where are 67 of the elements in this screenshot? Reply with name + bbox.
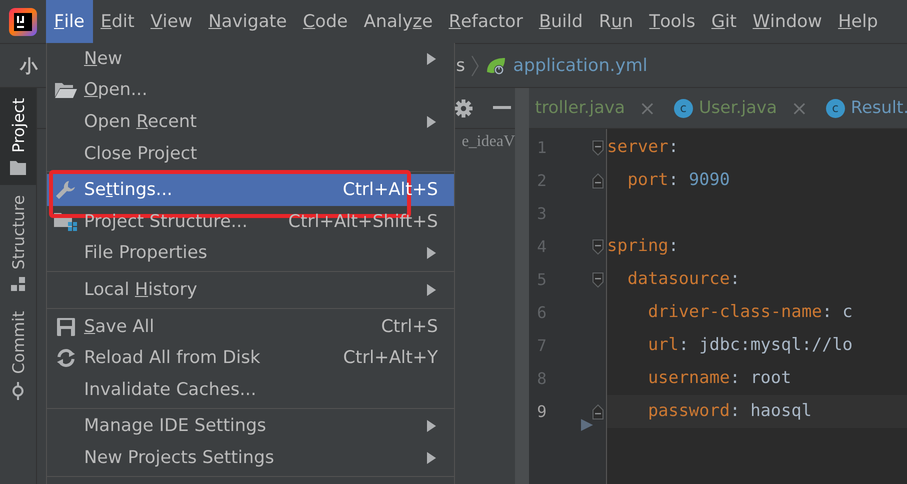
menu-bar-item[interactable]: Edit xyxy=(92,0,142,43)
breadcrumb-item[interactable]: s xyxy=(456,56,466,76)
menu-item[interactable]: Manage IDE Settings xyxy=(47,410,454,442)
minimize-icon[interactable] xyxy=(493,106,511,110)
fold-icon[interactable] xyxy=(592,238,604,254)
folder-icon xyxy=(10,160,26,175)
tool-window-tab[interactable]: Project xyxy=(0,88,36,185)
menu-bar-item[interactable]: Git xyxy=(703,0,745,43)
menu-item[interactable]: Local History xyxy=(47,274,454,306)
menu-bar-item[interactable]: Code xyxy=(294,0,356,43)
code-line: driver-class-name: c xyxy=(646,302,853,322)
commit-icon xyxy=(11,382,25,400)
leaf-icon xyxy=(485,56,508,76)
app-logo-icon[interactable] xyxy=(9,8,37,36)
code-line: server: xyxy=(607,137,679,157)
fold-icon[interactable] xyxy=(592,272,604,288)
wrench-icon xyxy=(54,179,76,202)
settings-icon[interactable] xyxy=(454,98,473,118)
fold-end-icon[interactable] xyxy=(592,172,604,188)
menu-bar-item[interactable]: View xyxy=(142,0,200,43)
chevron-icon xyxy=(471,54,480,76)
menu-bar-item[interactable]: Build xyxy=(530,0,591,43)
menu-bar-item[interactable]: Run xyxy=(590,0,642,43)
menu-item[interactable]: Invalidate Caches... xyxy=(47,374,454,406)
save-icon xyxy=(56,318,74,336)
code-line: password: haosql xyxy=(646,401,812,421)
code-line: datasource: xyxy=(626,269,740,289)
menu-bar-item[interactable]: Navigate xyxy=(200,0,295,43)
menu-item[interactable]: New Projects Settings xyxy=(47,442,454,474)
menu-bar-item[interactable]: Analyze xyxy=(356,0,441,43)
editor-tab[interactable]: c User.java × xyxy=(668,96,820,120)
menu-item[interactable]: Open... xyxy=(47,74,454,106)
line-number: 9 xyxy=(536,401,548,423)
project-structure-icon xyxy=(54,212,78,231)
menu-bar-item[interactable]: Tools xyxy=(641,0,704,43)
menu-item[interactable]: File Properties xyxy=(47,238,454,270)
menu-bar-item[interactable]: Help xyxy=(830,0,886,43)
project-name[interactable]: 小 xyxy=(20,54,38,78)
code-line: port: 9090 xyxy=(626,170,730,190)
fold-icon[interactable] xyxy=(592,140,604,156)
code-line: url: jdbc:mysql://lo xyxy=(646,335,853,355)
menu-bar-item[interactable]: Window xyxy=(744,0,830,43)
tab-title: troller.java xyxy=(535,98,626,118)
editor-tab[interactable]: c Result. xyxy=(820,98,907,118)
fold-end-icon[interactable] xyxy=(592,404,604,420)
triangle-marker-icon xyxy=(581,419,593,431)
menu-bar-item[interactable]: File xyxy=(46,0,93,43)
tab-title: User.java xyxy=(698,98,778,118)
menu-item[interactable]: Close Project xyxy=(47,138,454,170)
class-icon: c xyxy=(826,98,845,118)
menu-item[interactable]: New xyxy=(47,43,454,75)
code-line: spring: xyxy=(607,236,679,256)
tree-item[interactable]: e_ideaV xyxy=(462,133,515,151)
tool-window-tab[interactable]: Structure xyxy=(0,184,36,302)
code-line: username: root xyxy=(646,368,792,388)
tool-window-tab[interactable]: Commit xyxy=(0,301,36,410)
menu-item[interactable]: Save All Ctrl+S xyxy=(47,310,454,342)
breadcrumb-file[interactable]: application.yml xyxy=(513,56,648,76)
class-icon: c xyxy=(674,98,693,118)
folder-icon xyxy=(54,82,76,98)
menu-item[interactable]: Project Structure... Ctrl+Alt+Shift+S xyxy=(47,206,454,238)
menu-bar-item[interactable]: Refactor xyxy=(440,0,531,43)
menu-item[interactable]: Reload All from Disk Ctrl+Alt+Y xyxy=(47,342,454,374)
structure-icon xyxy=(11,277,25,292)
menu-item[interactable]: Open Recent xyxy=(47,106,454,138)
tab-title: Result. xyxy=(850,98,907,118)
reload-icon xyxy=(56,348,76,368)
